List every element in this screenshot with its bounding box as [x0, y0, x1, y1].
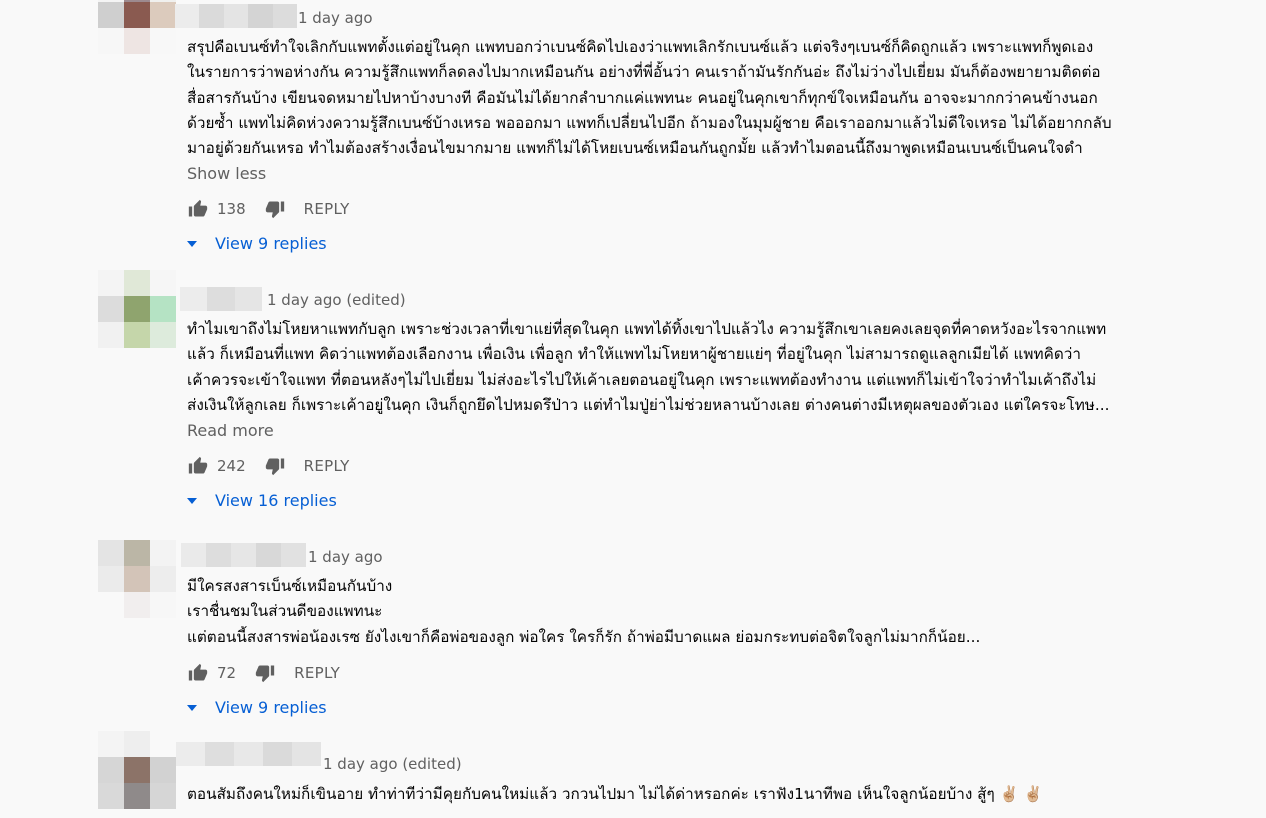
comment-timestamp[interactable]: 1 day ago: [298, 9, 373, 27]
comment-line: มีใครสงสารเบ็นซ์เหมือนกันบ้าง: [187, 577, 393, 595]
avatar[interactable]: [98, 0, 176, 54]
view-replies-label: View 9 replies: [215, 698, 327, 717]
reply-button[interactable]: REPLY: [294, 664, 340, 682]
comment-actions: 138 REPLY: [187, 197, 350, 221]
thumb-down-icon[interactable]: [254, 662, 276, 684]
comment-line: ตอนสัมถึงคนใหม่ก็เขินอาย ทำท่าทีว่ามีคุย…: [187, 785, 1043, 803]
view-replies-label: View 9 replies: [215, 234, 327, 253]
triangle-down-icon: [187, 704, 197, 711]
view-replies-button[interactable]: View 9 replies: [185, 234, 327, 253]
comment-timestamp[interactable]: 1 day ago: [308, 548, 383, 566]
comment-line: ในรายการว่าพอห่างกัน ความรู้สึกแพทก็ลดลง…: [187, 63, 1101, 82]
author-name[interactable]: [180, 287, 262, 311]
comment-line: แต่ตอนนี้สงสารพ่อน้องเรซ ยังไงเขาก็คือพ่…: [187, 627, 981, 646]
author-name[interactable]: [176, 742, 321, 766]
thumb-up-icon[interactable]: [187, 662, 209, 684]
comment-line: ส่งเงินให้ลูกเลย ก็เพราะเค้าอยู่ในคุก เง…: [187, 395, 1110, 414]
comment-line: ด้วยซ้ำ แพทไม่คิดห่วงความรู้สึกเบนซ์บ้าง…: [187, 113, 1112, 132]
author-name[interactable]: [181, 543, 306, 567]
comment-line: สื่อสารกันบ้าง เขียนจดหมายไปหาบ้างบางที …: [187, 88, 1098, 107]
reply-button[interactable]: REPLY: [304, 200, 350, 218]
thumb-down-icon[interactable]: [264, 455, 286, 477]
comment-line: แล้ว ก็เหมือนที่แพท คิดว่าแพทต้องเลือกงา…: [187, 345, 1081, 364]
view-replies-label: View 16 replies: [215, 491, 337, 510]
comment-text: ตอนสัมถึงคนใหม่ก็เขินอาย ทำท่าทีว่ามีคุย…: [187, 782, 1207, 807]
triangle-down-icon: [187, 497, 197, 504]
thumb-down-icon[interactable]: [264, 198, 286, 220]
comment-timestamp[interactable]: 1 day ago (edited): [267, 291, 406, 309]
like-count: 138: [217, 200, 246, 218]
like-count: 242: [217, 457, 246, 475]
comment-actions: 72 REPLY: [187, 661, 340, 685]
like-count: 72: [217, 664, 237, 682]
comment-actions: 242 REPLY: [187, 454, 350, 478]
comment-text: ทำไมเขาถึงไม่โหยหาแพทกับลูก เพราะช่วงเวล…: [187, 317, 1207, 418]
comment-line: เค้าควรจะเข้าใจแพท ที่ตอนหลังๆไม่ไปเยี่ย…: [187, 370, 1097, 389]
thumb-up-icon[interactable]: [187, 455, 209, 477]
comment-line: ทำไมเขาถึงไม่โหยหาแพทกับลูก เพราะช่วงเวล…: [187, 320, 1107, 338]
comment-line: สรุปคือเบนซ์ทำใจเลิกกับแพทตั้งแต่อยู่ในค…: [187, 38, 1094, 56]
show-less-button[interactable]: Show less: [187, 164, 266, 183]
reply-button[interactable]: REPLY: [304, 457, 350, 475]
view-replies-button[interactable]: View 9 replies: [185, 698, 327, 717]
author-name[interactable]: [175, 4, 298, 28]
avatar[interactable]: [98, 270, 176, 348]
comment-text: มีใครสงสารเบ็นซ์เหมือนกันบ้าง เราชื่นชมใ…: [187, 574, 1207, 650]
triangle-down-icon: [187, 240, 197, 247]
comment-line: มาอยู่ด้วยกันเหรอ ทำไมต้องสร้างเงื่อนไขม…: [187, 139, 1083, 158]
avatar[interactable]: [98, 540, 176, 618]
comment-timestamp[interactable]: 1 day ago (edited): [323, 755, 462, 773]
avatar[interactable]: [98, 731, 176, 809]
thumb-up-icon[interactable]: [187, 198, 209, 220]
comment-text: สรุปคือเบนซ์ทำใจเลิกกับแพทตั้งแต่อยู่ในค…: [187, 35, 1207, 161]
comment-line: เราชื่นชมในส่วนดีของแพทนะ: [187, 602, 383, 621]
view-replies-button[interactable]: View 16 replies: [185, 491, 337, 510]
read-more-button[interactable]: Read more: [187, 421, 274, 440]
